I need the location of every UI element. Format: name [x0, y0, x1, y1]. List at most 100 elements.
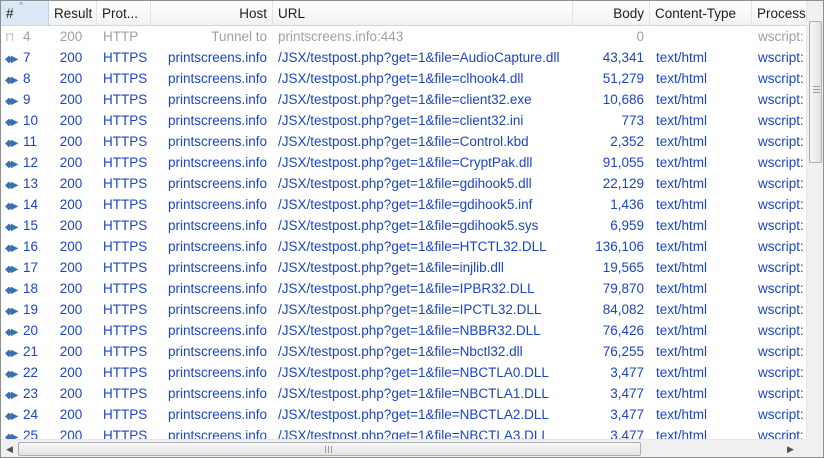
body-size-cell: 3,477: [610, 386, 644, 401]
row-number: 4: [23, 29, 31, 44]
body-size-cell: 2,352: [610, 134, 644, 149]
url-cell: /JSX/testpost.php?get=1&file=gdihook5.sy…: [278, 218, 539, 233]
column-header-protocol[interactable]: Prot...: [97, 1, 151, 25]
num-cell: ◆▶ 9: [5, 89, 49, 110]
process-cell: wscript:: [758, 428, 804, 439]
content-type-cell: text/html: [656, 176, 708, 191]
table-row[interactable]: ⊓ 4 200 HTTP Tunnel to printscreens.info:443 0…: [1, 26, 806, 47]
column-header-body[interactable]: Body: [573, 1, 650, 25]
lock-icon: ⊓: [5, 30, 15, 44]
result-cell: 200: [59, 134, 83, 149]
url-cell: /JSX/testpost.php?get=1&file=Nbctl32.dll: [278, 344, 523, 359]
url-cell: /JSX/testpost.php?get=1&file=client32.ex…: [278, 92, 532, 107]
content-type-cell: text/html: [656, 218, 708, 233]
horizontal-scrollbar[interactable]: ◀ ▶: [1, 439, 806, 457]
table-row[interactable]: ◆▶ 18 200 HTTPS printscreens.info/JSX/testpo…: [1, 278, 806, 299]
scroll-grip-icon: [813, 86, 820, 94]
body-size-cell: 3,477: [610, 428, 644, 439]
table-row[interactable]: ◆▶ 16 200 HTTPS printscreens.info/JSX/testpo…: [1, 236, 806, 257]
body-size-cell: 10,686: [602, 92, 644, 107]
table-row[interactable]: ◆▶ 24 200 HTTPS printscreens.info/JSX/testpo…: [1, 404, 806, 425]
table-row[interactable]: ◆▶ 8 200 HTTPS printscreens.info/JSX/testpos…: [1, 68, 806, 89]
result-cell: 200: [59, 50, 83, 65]
row-number: 14: [23, 197, 39, 212]
row-number: 10: [23, 113, 39, 128]
table-row[interactable]: ◆▶ 13 200 HTTPS printscreens.info/JSX/testpo…: [1, 173, 806, 194]
table-row[interactable]: ◆▶ 19 200 HTTPS printscreens.info/JSX/testpo…: [1, 299, 806, 320]
content-type-cell: text/html: [656, 92, 708, 107]
num-cell: ◆▶ 21: [5, 341, 49, 362]
result-cell: 200: [59, 155, 83, 170]
request-arrows-icon: ◆▶: [5, 180, 18, 191]
row-number: 22: [23, 365, 39, 380]
table-row[interactable]: ◆▶ 21 200 HTTPS printscreens.info/JSX/testpo…: [1, 341, 806, 362]
result-cell: 200: [59, 281, 83, 296]
num-cell: ◆▶ 20: [5, 320, 49, 341]
body-size-cell: 0: [636, 29, 644, 44]
host-cell: printscreens.info: [167, 407, 267, 422]
url-cell: /JSX/testpost.php?get=1&file=Control.kbd: [278, 134, 529, 149]
column-header-url[interactable]: URL: [273, 1, 573, 25]
row-number: 21: [23, 344, 39, 359]
table-row[interactable]: ◆▶ 9 200 HTTPS printscreens.info/JSX/testpos…: [1, 89, 806, 110]
body-size-cell: 1,436: [610, 197, 644, 212]
url-cell: printscreens.info:443: [278, 29, 404, 44]
column-header-result[interactable]: Result: [49, 1, 97, 25]
content-type-cell: text/html: [656, 113, 708, 128]
url-cell: /JSX/testpost.php?get=1&file=IPCTL32.DLL: [278, 302, 542, 317]
table-row[interactable]: ◆▶ 7 200 HTTPS printscreens.info/JSX/testpos…: [1, 47, 806, 68]
content-type-cell: text/html: [656, 155, 708, 170]
host-cell: printscreens.info: [167, 176, 267, 191]
url-cell: /JSX/testpost.php?get=1&file=NBCTLA1.DLL: [278, 386, 549, 401]
process-cell: wscript:: [758, 197, 804, 212]
column-header-num[interactable]: ^ #: [1, 1, 49, 25]
content-type-cell: text/html: [656, 197, 708, 212]
host-cell: Tunnel to: [211, 29, 267, 44]
column-header-content-type[interactable]: Content-Type: [650, 1, 752, 25]
row-number: 8: [23, 71, 31, 86]
num-cell: ◆▶ 24: [5, 404, 49, 425]
scroll-right-icon[interactable]: ▶: [782, 440, 799, 457]
url-cell: /JSX/testpost.php?get=1&file=clhook4.dll: [278, 71, 524, 86]
body-size-cell: 19,565: [602, 260, 644, 275]
num-cell: ◆▶ 12: [5, 152, 49, 173]
vertical-scroll-thumb[interactable]: [809, 21, 822, 163]
row-number: 23: [23, 386, 39, 401]
url-cell: /JSX/testpost.php?get=1&file=IPBR32.DLL: [278, 281, 535, 296]
table-row[interactable]: ◆▶ 11 200 HTTPS printscreens.info/JSX/testpo…: [1, 131, 806, 152]
content-type-cell: text/html: [656, 428, 708, 439]
host-cell: printscreens.info: [167, 281, 267, 296]
request-arrows-icon: ◆▶: [5, 96, 18, 107]
row-number: 17: [23, 260, 39, 275]
table-row[interactable]: ◆▶ 14 200 HTTPS printscreens.info/JSX/testpo…: [1, 194, 806, 215]
host-cell: printscreens.info: [167, 71, 267, 86]
request-arrows-icon: ◆▶: [5, 306, 18, 317]
vertical-scrollbar[interactable]: [806, 1, 823, 439]
row-number: 20: [23, 323, 39, 338]
table-row[interactable]: ◆▶ 23 200 HTTPS printscreens.info/JSX/testpo…: [1, 383, 806, 404]
table-row[interactable]: ◆▶ 20 200 HTTPS printscreens.info/JSX/testpo…: [1, 320, 806, 341]
content-type-cell: text/html: [656, 323, 708, 338]
host-cell: printscreens.info: [167, 260, 267, 275]
column-header-host[interactable]: Host: [151, 1, 273, 25]
request-arrows-icon: ◆▶: [5, 264, 18, 275]
table-row[interactable]: ◆▶ 17 200 HTTPS printscreens.info/JSX/testpo…: [1, 257, 806, 278]
process-cell: wscript:: [758, 71, 804, 86]
table-row[interactable]: ◆▶ 15 200 HTTPS printscreens.info/JSX/testpo…: [1, 215, 806, 236]
url-cell: /JSX/testpost.php?get=1&file=injlib.dll: [278, 260, 504, 275]
result-cell: 200: [59, 365, 83, 380]
table-row[interactable]: ◆▶ 22 200 HTTPS printscreens.info/JSX/testpo…: [1, 362, 806, 383]
body-size-cell: 6,959: [610, 218, 644, 233]
scroll-left-icon[interactable]: ◀: [1, 440, 18, 457]
result-cell: 200: [59, 239, 83, 254]
content-type-cell: text/html: [656, 302, 708, 317]
body-size-cell: 3,477: [610, 365, 644, 380]
table-row[interactable]: ◆▶ 25 200 HTTPS printscreens.info/JSX/testpo…: [1, 425, 806, 439]
num-cell: ⊓ 4: [5, 26, 49, 47]
process-cell: wscript:: [758, 92, 804, 107]
horizontal-scroll-thumb[interactable]: [18, 442, 641, 456]
process-cell: wscript:: [758, 323, 804, 338]
table-row[interactable]: ◆▶ 10 200 HTTPS printscreens.info/JSX/testpo…: [1, 110, 806, 131]
result-cell: 200: [59, 71, 83, 86]
table-row[interactable]: ◆▶ 12 200 HTTPS printscreens.info/JSX/testpo…: [1, 152, 806, 173]
